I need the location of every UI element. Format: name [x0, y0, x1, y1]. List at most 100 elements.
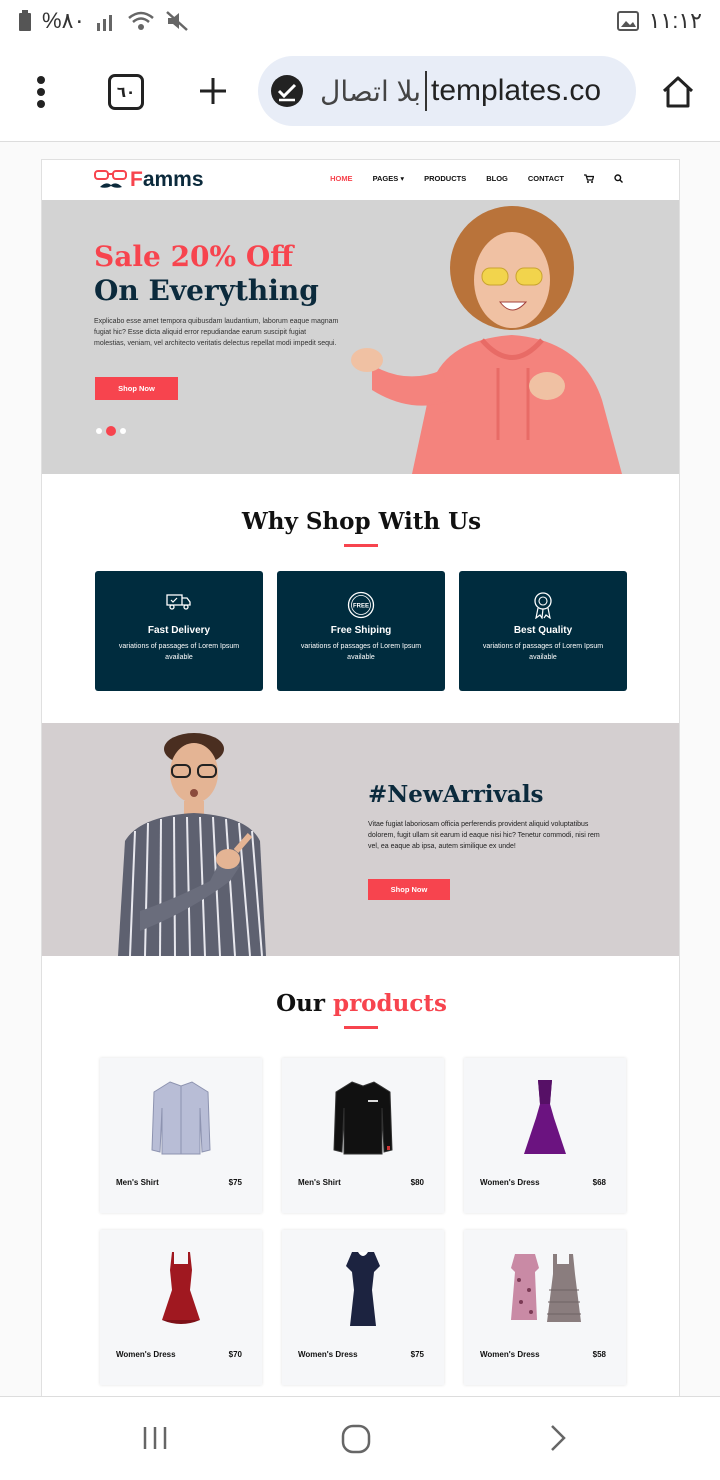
tabs-button[interactable]: ٦٠ [108, 74, 144, 110]
why-shop-title: Why Shop With Us [241, 508, 482, 535]
site-logo[interactable]: Famms [94, 168, 204, 192]
product-price: $68 [592, 1178, 606, 1187]
offline-check-icon[interactable] [270, 74, 304, 108]
signal-icon [97, 15, 113, 31]
product-card[interactable]: Men's Shirt $75 [100, 1058, 262, 1213]
title-underline [344, 544, 378, 547]
feature-text: variations of passages of Lorem Ipsum av… [482, 643, 604, 661]
mute-icon [166, 11, 189, 31]
feature-title: Fast Delivery [147, 625, 211, 636]
site-header: Famms HOME PAGES ▾ PRODUCTS BLOG CONTACT [42, 160, 679, 200]
hero-banner: Sale 20% Off On Everything Explicabo ess… [42, 200, 679, 474]
red-dress-image [162, 1252, 200, 1324]
products-title: Our products [42, 990, 679, 1017]
svg-text:FREE: FREE [353, 604, 369, 610]
feature-card-shipping: FREE Free Shiping variations of passages… [277, 571, 445, 691]
hero-title-sale: Sale 20% Off [94, 240, 294, 273]
battery-percent: %٨٠ [42, 8, 86, 33]
address-bar[interactable]: بلا اتصال templates.co [258, 56, 636, 126]
logo-letter: F [130, 168, 143, 191]
product-card[interactable]: Women's Dress $68 [464, 1058, 626, 1213]
connection-status: بلا اتصال [320, 75, 422, 107]
feature-title: Free Shiping [330, 625, 392, 636]
home-icon [662, 76, 694, 108]
famms-page: Famms HOME PAGES ▾ PRODUCTS BLOG CONTACT… [41, 159, 680, 1396]
hero-description: Explicabo esse amet tempora quibusdam la… [94, 318, 339, 347]
product-price: $58 [592, 1350, 606, 1359]
nav-contact[interactable]: CONTACT [528, 174, 564, 183]
product-card[interactable]: Women's Dress $75 [282, 1230, 444, 1385]
status-bar: %٨٠ ١١:١٢ [0, 0, 720, 42]
main-nav: HOME PAGES ▾ PRODUCTS BLOG CONTACT [330, 174, 623, 183]
product-card[interactable]: Women's Dress $58 [464, 1230, 626, 1385]
truck-icon [166, 594, 191, 610]
browser-toolbar: ٦٠ بلا اتصال templates.co [0, 42, 720, 142]
home-nav-button[interactable] [340, 1423, 372, 1460]
feature-card-quality: Best Quality variations of passages of L… [459, 571, 627, 691]
url-divider [425, 71, 428, 111]
feature-title: Best Quality [513, 625, 573, 636]
product-price: $80 [410, 1178, 424, 1187]
carousel-dot-active[interactable] [106, 426, 116, 436]
nav-blog[interactable]: BLOG [486, 174, 508, 183]
more-vert-icon [37, 76, 45, 108]
glasses-mustache-icon [94, 170, 127, 188]
black-shirt-image [333, 1081, 393, 1155]
cart-icon[interactable] [584, 174, 594, 183]
product-card[interactable]: Women's Dress $70 [100, 1230, 262, 1385]
products-title-our: Our [276, 990, 325, 1017]
carousel-indicators [96, 426, 126, 436]
recent-apps-button[interactable] [140, 1423, 170, 1458]
status-left: %٨٠ [18, 8, 189, 34]
hero-woman-image [351, 206, 622, 474]
battery-icon [19, 10, 31, 31]
product-price: $70 [228, 1350, 242, 1359]
back-nav-button[interactable] [546, 1423, 570, 1458]
status-right: ١١:١٢ [616, 8, 702, 34]
clock: ١١:١٢ [648, 8, 702, 33]
home-button[interactable] [660, 74, 696, 110]
wifi-icon [128, 11, 155, 30]
product-name: Women's Dress [298, 1350, 358, 1359]
new-arrivals-description: Vitae fugiat laboriosam officia perferen… [368, 821, 600, 850]
nav-products[interactable]: PRODUCTS [424, 174, 466, 183]
navy-dress-image [346, 1252, 380, 1326]
search-icon[interactable] [614, 174, 623, 183]
url-text[interactable]: templates.co [431, 74, 601, 108]
system-nav-bar [0, 1396, 720, 1480]
carousel-dot[interactable] [120, 428, 126, 434]
more-options-button[interactable] [26, 74, 56, 110]
feature-text: variations of passages of Lorem Ipsum av… [118, 643, 240, 661]
free-badge-icon: FREE [347, 591, 375, 619]
nav-pages[interactable]: PAGES ▾ [373, 174, 405, 183]
recent-apps-icon [143, 1427, 167, 1449]
hero-shop-now-button[interactable]: Shop Now [95, 377, 178, 400]
web-viewport[interactable]: Famms HOME PAGES ▾ PRODUCTS BLOG CONTACT… [0, 142, 720, 1396]
product-name: Men's Shirt [116, 1178, 159, 1187]
product-price: $75 [410, 1350, 424, 1359]
carousel-dot[interactable] [96, 428, 102, 434]
product-name: Women's Dress [480, 1350, 540, 1359]
nav-home[interactable]: HOME [330, 174, 353, 183]
product-card[interactable]: Men's Shirt $80 [282, 1058, 444, 1213]
arrivals-shop-now-button[interactable]: Shop Now [368, 879, 450, 900]
feature-card-delivery: Fast Delivery variations of passages of … [95, 571, 263, 691]
product-name: Women's Dress [480, 1178, 540, 1187]
tab-count: ٦٠ [116, 84, 136, 101]
chevron-right-icon [551, 1425, 566, 1451]
new-tab-button[interactable] [196, 74, 230, 108]
title-underline [344, 1026, 378, 1029]
blue-shirt-image [151, 1081, 211, 1155]
two-dresses-image [511, 1254, 581, 1322]
image-notification-icon [616, 11, 639, 31]
plus-icon [200, 78, 226, 104]
purple-gown-image [524, 1080, 566, 1154]
product-name: Women's Dress [116, 1350, 176, 1359]
feature-text: variations of passages of Lorem Ipsum av… [300, 643, 422, 661]
new-arrivals-title: #NewArrivals [368, 781, 544, 808]
products-title-products: products [332, 990, 447, 1017]
home-circle-icon [341, 1424, 371, 1454]
product-name: Men's Shirt [298, 1178, 341, 1187]
man-pointing-image [118, 733, 266, 956]
logo-text: amms [142, 168, 204, 191]
